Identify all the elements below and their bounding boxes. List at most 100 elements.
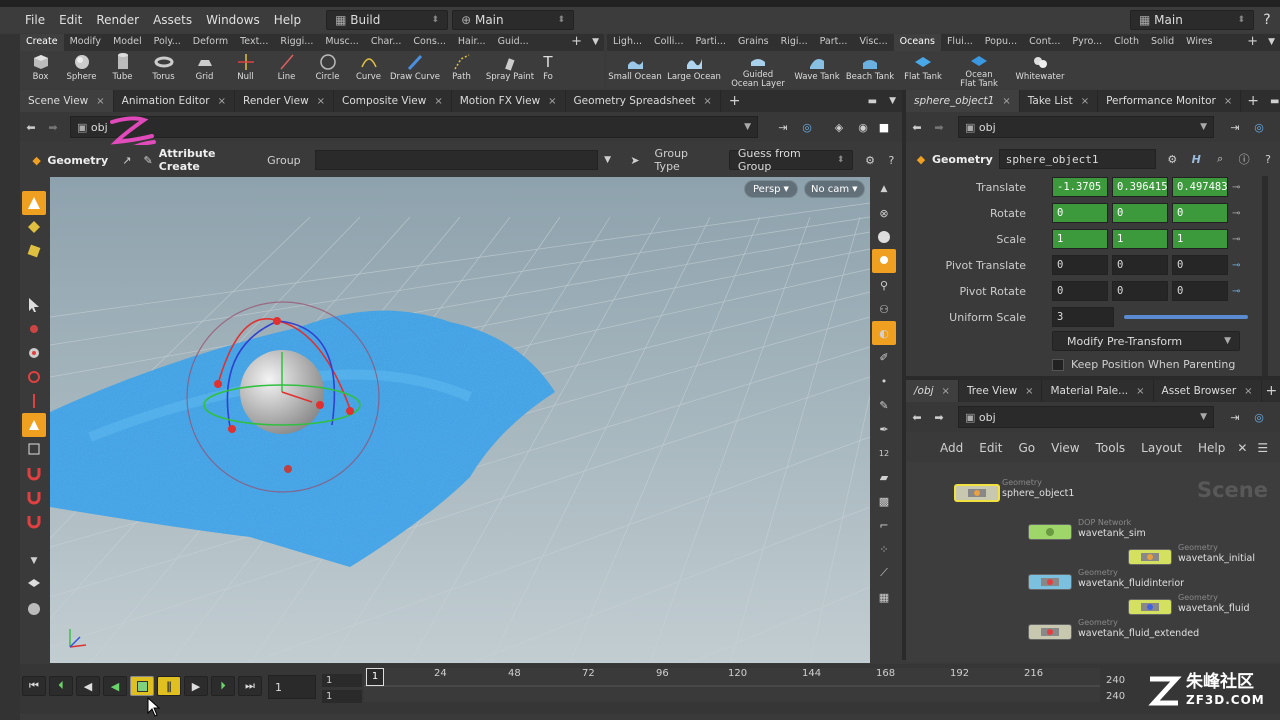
corner-icon[interactable]: ⌐ — [872, 513, 896, 537]
tab-obj-network[interactable]: /obj × — [906, 380, 959, 402]
tool-curve[interactable]: Curve — [348, 51, 389, 89]
shelf-tab-muscles[interactable]: Musc... — [319, 34, 364, 51]
chevron-down-icon[interactable]: ▼ — [587, 34, 604, 51]
tool-circle[interactable]: Circle — [307, 51, 348, 89]
tab-performance-monitor[interactable]: Performance Monitor × — [1098, 90, 1242, 112]
close-icon[interactable]: × — [96, 96, 104, 107]
brush-tool-icon[interactable] — [22, 239, 46, 263]
shelf-tab-collisions[interactable]: Colli... — [648, 34, 689, 51]
tool-whitewater[interactable]: Whitewater — [1009, 51, 1071, 89]
move-tool-icon[interactable] — [22, 317, 46, 341]
panel-maximize-icon[interactable]: ▬ — [1265, 96, 1280, 107]
magnet-icon[interactable] — [22, 461, 46, 485]
edge-icon[interactable]: ⟋ — [872, 561, 896, 585]
shelf-tab-particle-fluids[interactable]: Part... — [814, 34, 854, 51]
menu-help[interactable]: Help — [267, 13, 308, 27]
pointer-icon[interactable] — [22, 293, 46, 317]
start-frame-field[interactable]: 1 — [322, 674, 362, 687]
number-icon[interactable]: 12 — [872, 441, 896, 465]
tool-null[interactable]: Null — [225, 51, 266, 89]
menu-assets[interactable]: Assets — [146, 13, 199, 27]
tool-grid[interactable]: Grid — [184, 51, 225, 89]
camera-menu[interactable]: Persp ▼ — [744, 180, 798, 198]
list-icon[interactable]: ☰ — [1257, 441, 1268, 455]
pivot-translate-z-field[interactable]: 0 — [1172, 255, 1228, 275]
step-back-key-icon[interactable]: ⏴ — [49, 676, 73, 696]
right-desktop-dropdown[interactable]: ▦ Main ⬍ — [1130, 10, 1254, 30]
settings-icon[interactable]: ⚙ — [859, 154, 880, 167]
menu-windows[interactable]: Windows — [199, 13, 267, 27]
node-box[interactable] — [1128, 599, 1172, 615]
help-icon[interactable]: ? — [1256, 153, 1280, 166]
pivot-translate-y-field[interactable]: 0 — [1112, 255, 1168, 275]
channel-icon[interactable]: ⊸ — [1232, 234, 1240, 245]
panel-maximize-icon[interactable]: ▬ — [862, 96, 883, 107]
step-forward-key-icon[interactable]: ⏵ — [211, 676, 235, 696]
translate-x-field[interactable]: -1.3705 — [1052, 177, 1108, 197]
tool-large-ocean[interactable]: Large Ocean — [663, 51, 725, 89]
channel-icon[interactable]: ⊸ — [1232, 260, 1240, 271]
pivot-rotate-z-field[interactable]: 0 — [1172, 281, 1228, 301]
node-wavetank-fluidinterior[interactable]: Geometry wavetank_fluidinterior — [1028, 568, 1184, 590]
shelf-tab-deform[interactable]: Deform — [187, 34, 234, 51]
search-icon[interactable]: ⌕ — [1208, 152, 1232, 166]
shelf-tab-characters[interactable]: Char... — [365, 34, 408, 51]
uniform-scale-slider[interactable] — [1124, 315, 1248, 319]
tool-beach-tank[interactable]: Beach Tank — [843, 51, 897, 89]
network-menu-tools[interactable]: Tools — [1096, 441, 1126, 455]
step-forward-icon[interactable]: ▶ — [184, 676, 208, 696]
menu-file[interactable]: File — [18, 13, 52, 27]
close-icon[interactable]: × — [1081, 96, 1089, 107]
shelf-tab-container-tools[interactable]: Cont... — [1023, 34, 1066, 51]
menu-render[interactable]: Render — [89, 13, 146, 27]
shelf-tab-cloth[interactable]: Cloth — [1108, 34, 1145, 51]
end-frame-field[interactable]: 240 — [1102, 674, 1142, 687]
camera-icon[interactable]: ⚇ — [872, 297, 896, 321]
visibility-icon[interactable]: ◉ — [852, 121, 874, 134]
pin-icon[interactable]: ⇥ — [1222, 121, 1248, 134]
channel-icon[interactable]: ⊸ — [1232, 286, 1240, 297]
magnet-snap-icon[interactable] — [22, 509, 46, 533]
chevron-down-icon[interactable]: ▼ — [883, 96, 902, 106]
network-menu-help[interactable]: Help — [1198, 441, 1225, 455]
close-icon[interactable]: × — [703, 96, 711, 107]
scene-viewport[interactable]: Persp ▼ No cam ▼ — [50, 177, 870, 663]
close-icon[interactable]: × — [1244, 386, 1252, 397]
rotate-y-field[interactable]: 0 — [1112, 203, 1168, 223]
snap-icon[interactable] — [22, 485, 46, 509]
add-tab-icon[interactable]: + — [721, 93, 749, 109]
close-icon[interactable]: × — [434, 96, 442, 107]
tool-flat-tank[interactable]: Flat Tank — [897, 51, 949, 89]
tool-spray-paint[interactable]: Spray Paint — [482, 51, 538, 89]
pen-tool-icon[interactable]: ✒ — [872, 417, 896, 441]
shelf-tab-create[interactable]: Create — [20, 34, 64, 51]
shelf-tab-hair[interactable]: Hair... — [452, 34, 492, 51]
ruler-icon[interactable]: ✐ — [872, 345, 896, 369]
network-menu-add[interactable]: Add — [940, 441, 963, 455]
stop-icon[interactable] — [130, 676, 154, 696]
pivot-translate-x-field[interactable]: 0 — [1052, 255, 1108, 275]
pin-icon[interactable]: ⇥ — [1222, 411, 1248, 424]
no-cam-menu[interactable]: No cam ▼ — [804, 180, 865, 198]
shelf-tab-text[interactable]: Text... — [234, 34, 274, 51]
dot-icon[interactable]: • — [872, 369, 896, 393]
tab-take-list[interactable]: Take List × — [1020, 90, 1099, 112]
help-icon[interactable]: ? — [881, 154, 902, 167]
network-canvas[interactable]: Scene Geometry sphere_object1 DOP Networ… — [906, 462, 1280, 662]
pin-icon[interactable]: ⇥ — [770, 121, 796, 134]
close-icon[interactable]: × — [548, 96, 556, 107]
forward-arrow-icon[interactable]: ➡ — [928, 121, 950, 134]
node-box[interactable] — [1028, 624, 1072, 640]
node-wavetank-fluid-extended[interactable]: Geometry wavetank_fluid_extended — [1028, 618, 1199, 640]
link-icon[interactable]: ◎ — [1248, 121, 1270, 134]
tab-tree-view[interactable]: Tree View × — [959, 380, 1043, 402]
tab-material-palette[interactable]: Material Pale... × — [1042, 380, 1154, 402]
playhead[interactable]: 1 — [366, 668, 384, 686]
shelf-tab-lights[interactable]: Ligh... — [607, 34, 648, 51]
handle-tool-icon[interactable] — [22, 413, 46, 437]
pivot-rotate-x-field[interactable]: 0 — [1052, 281, 1108, 301]
params-scrollbar[interactable] — [1262, 176, 1268, 376]
sphere-display-icon[interactable] — [22, 597, 46, 621]
network-menu-go[interactable]: Go — [1018, 441, 1035, 455]
tab-animation-editor[interactable]: Animation Editor × — [114, 90, 236, 112]
